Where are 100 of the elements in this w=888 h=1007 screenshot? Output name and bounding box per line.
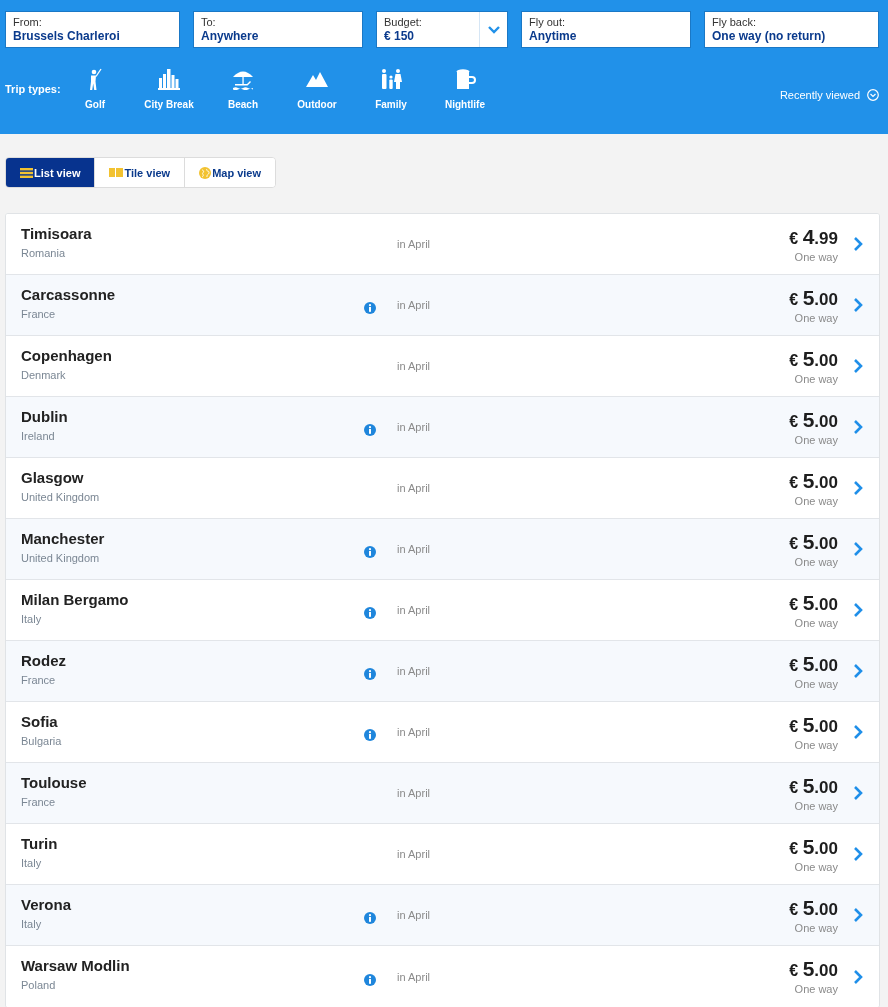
- country-name: Poland: [21, 978, 56, 992]
- price: € 5.00: [789, 834, 838, 860]
- destination-row[interactable]: Timisoara Romania in April € 4.99 One way: [6, 214, 879, 275]
- travel-month: in April: [397, 543, 431, 555]
- city-name: Verona: [21, 895, 72, 914]
- price: € 5.00: [789, 712, 838, 738]
- info-icon[interactable]: [364, 424, 376, 436]
- travel-month: in April: [397, 604, 431, 616]
- fare-type: One way: [794, 372, 838, 386]
- country-name: Italy: [21, 916, 42, 931]
- field-label: Fly back:: [712, 15, 756, 29]
- travel-month: in April: [397, 482, 431, 494]
- info-icon[interactable]: [364, 912, 376, 924]
- fare-type: One way: [794, 799, 838, 813]
- country-name: Romania: [21, 245, 66, 260]
- fare-type: One way: [794, 311, 838, 325]
- city-name: Rodez: [21, 651, 66, 670]
- search-field[interactable]: Fly back: One way (no return): [704, 11, 879, 48]
- city-name: Turin: [21, 834, 58, 853]
- field-label: Fly out:: [529, 15, 566, 29]
- price: € 5.00: [789, 651, 838, 677]
- chevron-down-icon: [487, 25, 500, 34]
- country-name: Ireland: [21, 428, 55, 443]
- info-icon[interactable]: [364, 546, 376, 558]
- travel-month: in April: [397, 848, 431, 860]
- chevron-right-icon: [853, 541, 863, 557]
- country-name: Denmark: [21, 367, 66, 382]
- fare-type: One way: [794, 555, 838, 569]
- destination-row[interactable]: Toulouse France in April € 5.00 One way: [6, 763, 879, 824]
- travel-month: in April: [397, 909, 431, 921]
- country-name: Italy: [21, 611, 42, 626]
- chevron-right-icon: [853, 358, 863, 374]
- country-name: Italy: [21, 855, 42, 870]
- chevron-right-icon: [853, 785, 863, 801]
- chevron-right-icon: [853, 968, 863, 985]
- destination-row[interactable]: Dublin Ireland in April € 5.00 One way: [6, 397, 879, 458]
- fare-type: One way: [794, 677, 838, 691]
- price: € 5.00: [789, 346, 838, 372]
- info-icon[interactable]: [364, 668, 376, 680]
- info-icon[interactable]: [364, 302, 376, 314]
- fare-type: One way: [794, 250, 838, 264]
- price: € 5.00: [789, 529, 838, 555]
- field-value: Anytime: [529, 28, 577, 44]
- city-name: Manchester: [21, 529, 105, 548]
- globe-icon: [199, 166, 212, 179]
- city-name: Copenhagen: [21, 346, 112, 365]
- chevron-right-icon: [853, 419, 863, 435]
- skyline-icon: [158, 68, 180, 90]
- city-name: Timisoara: [21, 224, 92, 243]
- chevron-right-icon: [853, 236, 863, 252]
- field-value: One way (no return): [712, 28, 826, 44]
- price: € 5.00: [789, 590, 838, 616]
- chevron-right-icon: [853, 663, 863, 679]
- chevron-right-icon: [853, 480, 863, 496]
- field-label: From:: [13, 15, 42, 29]
- country-name: United Kingdom: [21, 550, 100, 565]
- travel-month: in April: [397, 970, 431, 983]
- travel-month: in April: [397, 787, 431, 799]
- search-field[interactable]: From: Brussels Charleroi: [5, 11, 180, 48]
- travel-month: in April: [397, 299, 431, 311]
- price: € 5.00: [789, 468, 838, 494]
- field-label: Budget:: [384, 15, 422, 29]
- info-icon[interactable]: [364, 607, 376, 619]
- view-tab[interactable]: List view: [6, 158, 95, 187]
- travel-month: in April: [397, 238, 431, 250]
- city-name: Sofia: [21, 712, 58, 731]
- travel-month: in April: [397, 726, 431, 738]
- search-field[interactable]: Budget: € 150: [376, 11, 508, 48]
- view-tab[interactable]: Map view: [184, 158, 276, 187]
- destination-row[interactable]: Verona Italy in April € 5.00 One way: [6, 885, 879, 946]
- travel-month: in April: [397, 360, 431, 372]
- chevron-right-icon: [853, 907, 863, 923]
- country-name: France: [21, 672, 56, 687]
- fare-type: One way: [794, 921, 838, 935]
- price: € 5.00: [789, 407, 838, 433]
- search-field[interactable]: Fly out: Anytime: [521, 11, 691, 48]
- list-lines-icon: [20, 167, 33, 178]
- mug-icon: [454, 68, 476, 90]
- city-name: Carcassonne: [21, 285, 116, 304]
- trip-types-label: Trip types:: [5, 83, 58, 95]
- search-field[interactable]: To: Anywhere: [193, 11, 363, 48]
- price: € 5.00: [789, 773, 838, 799]
- city-name: Dublin: [21, 407, 68, 426]
- info-icon[interactable]: [364, 973, 376, 986]
- family-icon: [380, 68, 402, 90]
- fare-type: One way: [794, 616, 838, 630]
- city-name: Toulouse: [21, 773, 87, 792]
- country-name: France: [21, 306, 56, 321]
- info-icon[interactable]: [364, 729, 376, 741]
- chevron-right-icon: [853, 846, 863, 862]
- travel-month: in April: [397, 421, 431, 433]
- destination-row[interactable]: Rodez France in April € 5.00 One way: [6, 641, 879, 702]
- travel-month: in April: [397, 665, 431, 677]
- field-label: To:: [201, 15, 216, 29]
- price: € 5.00: [789, 285, 838, 311]
- destination-row[interactable]: Manchester United Kingdom in April € 5.00 One way: [6, 519, 879, 580]
- fare-type: One way: [794, 860, 838, 874]
- field-value: Anywhere: [201, 28, 259, 44]
- destination-row[interactable]: Carcassonne France in April € 5.00 One way: [6, 275, 879, 336]
- field-value: Brussels Charleroi: [13, 28, 120, 44]
